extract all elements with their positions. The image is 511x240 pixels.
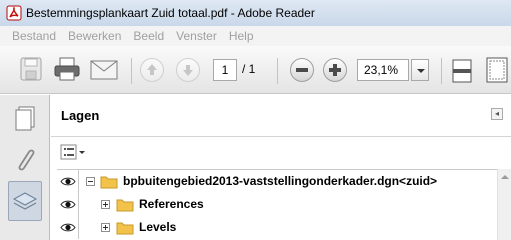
next-page-button[interactable] <box>176 58 200 82</box>
menu-venster[interactable]: Venster <box>176 29 217 43</box>
menu-beeld[interactable]: Beeld <box>133 29 164 43</box>
collapse-panel-button[interactable]: ◂ <box>491 108 503 120</box>
list-item[interactable]: References <box>57 193 489 216</box>
toolbar-separator <box>441 58 442 84</box>
expand-icon[interactable] <box>101 223 110 232</box>
vertical-scrollbar[interactable] <box>497 169 511 240</box>
save-icon[interactable] <box>19 56 43 85</box>
zoom-out-button[interactable] <box>290 58 314 82</box>
layer-label: References <box>139 197 204 211</box>
fit-page-icon[interactable] <box>485 56 509 87</box>
collapse-icon[interactable] <box>86 177 95 186</box>
toolbar-separator <box>131 58 132 84</box>
folder-icon <box>100 174 118 189</box>
options-menu-button[interactable] <box>60 144 88 161</box>
zoom-level-input[interactable]: 23,1% <box>357 59 409 81</box>
menu-bewerken[interactable]: Bewerken <box>68 29 121 43</box>
eye-icon <box>60 223 76 232</box>
visibility-toggle[interactable] <box>57 216 79 239</box>
menu-help[interactable]: Help <box>229 29 254 43</box>
menu-bar: Bestand Bewerken Beeld Venster Help <box>0 26 511 46</box>
visibility-toggle[interactable] <box>57 193 79 216</box>
layer-label: bpbuitengebied2013-vaststellingonderkade… <box>123 174 438 188</box>
panel-title: Lagen <box>61 108 100 123</box>
layers-button[interactable] <box>8 181 42 221</box>
layer-label: Levels <box>139 220 177 234</box>
eye-icon <box>60 177 76 186</box>
eye-icon <box>60 200 76 209</box>
menu-bestand[interactable]: Bestand <box>12 29 56 43</box>
zoom-dropdown-button[interactable] <box>411 59 429 81</box>
scrolling-mode-icon[interactable] <box>451 58 473 87</box>
options-icon <box>60 144 85 160</box>
print-icon[interactable] <box>53 56 81 85</box>
previous-page-button[interactable] <box>140 58 164 82</box>
title-bar: Bestemmingsplankaart Zuid totaal.pdf - A… <box>0 0 511 26</box>
panel-divider <box>51 136 511 137</box>
paperclip-icon <box>18 149 35 171</box>
layers-icon <box>12 192 38 210</box>
adobe-reader-icon <box>6 5 22 21</box>
pages-icon <box>15 106 35 131</box>
attachments-button[interactable] <box>8 141 42 177</box>
folder-icon <box>116 220 134 235</box>
window-title: Bestemmingsplankaart Zuid totaal.pdf - A… <box>26 6 315 20</box>
visibility-toggle[interactable] <box>57 170 79 193</box>
page-number-input[interactable]: 1 <box>213 59 237 81</box>
navigation-pane <box>0 95 50 240</box>
zoom-in-button[interactable] <box>323 58 347 82</box>
layers-panel: Lagen ◂ bpbuitengebied2013-vaststellingo… <box>51 95 511 240</box>
list-item[interactable]: bpbuitengebied2013-vaststellingonderkade… <box>57 170 489 193</box>
page-total-label: / 1 <box>242 62 256 76</box>
list-item[interactable]: Levels <box>57 216 489 239</box>
expand-icon[interactable] <box>101 200 110 209</box>
toolbar-separator <box>277 58 278 84</box>
folder-icon <box>116 197 134 212</box>
layers-tree: bpbuitengebied2013-vaststellingonderkade… <box>57 169 503 240</box>
page-thumbnails-button[interactable] <box>8 101 42 137</box>
email-icon[interactable] <box>90 60 118 83</box>
